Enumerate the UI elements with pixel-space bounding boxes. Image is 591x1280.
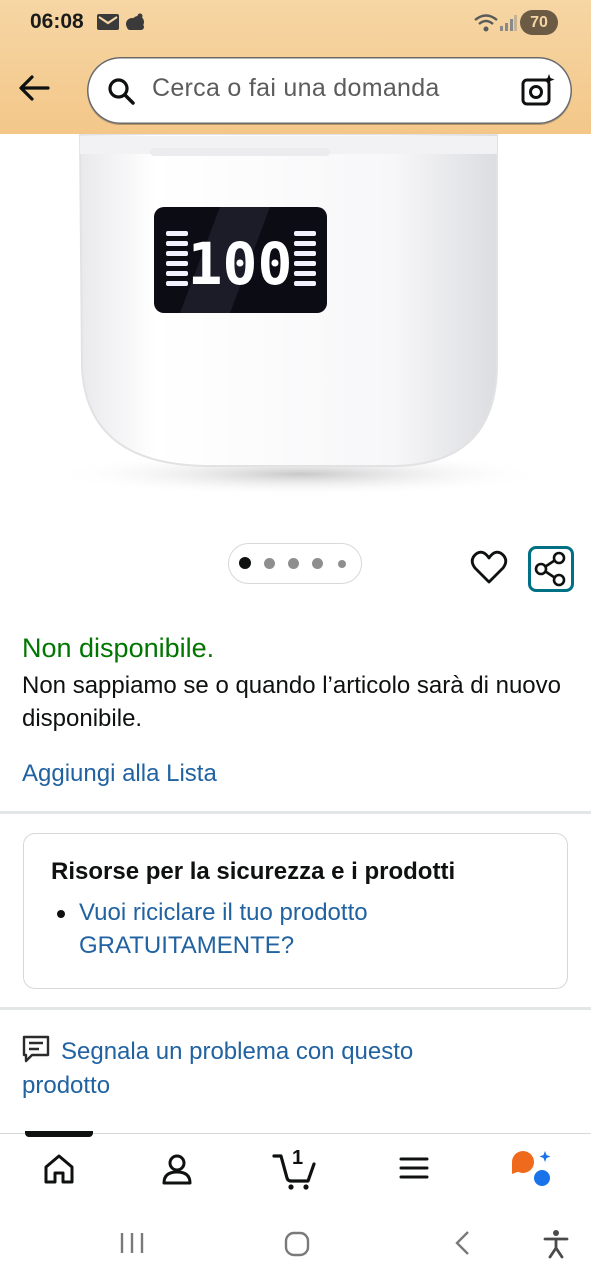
- share-button[interactable]: [528, 546, 574, 592]
- status-time: 06:08: [30, 10, 84, 33]
- arrow-left-icon[interactable]: [14, 68, 56, 110]
- home-button-icon[interactable]: [282, 1229, 312, 1259]
- availability-status: Non disponibile.: [22, 633, 215, 663]
- safety-card-title: Risorse per la sicurezza e i prodotti: [51, 858, 456, 885]
- share-icon: [534, 551, 566, 587]
- section-divider: [0, 1007, 591, 1010]
- mail-icon: [97, 14, 119, 30]
- camera-icon[interactable]: [520, 72, 556, 108]
- status-bar: 06:08 70: [0, 0, 591, 44]
- account-icon[interactable]: [160, 1152, 194, 1186]
- safety-resources-card: Risorse per la sicurezza e i prodotti Vu…: [23, 833, 568, 989]
- carousel-dot-2[interactable]: [264, 558, 275, 569]
- cart-count-badge: 1: [292, 1147, 304, 1169]
- search-bar[interactable]: Cerca o fai una domanda: [87, 57, 572, 124]
- bullet-icon: [57, 910, 65, 918]
- product-image[interactable]: 100: [0, 134, 591, 529]
- active-tab-indicator: [25, 1131, 93, 1137]
- wifi-icon: [474, 14, 498, 32]
- system-navigation-bar: [0, 1205, 591, 1280]
- accessibility-icon[interactable]: [542, 1229, 570, 1259]
- recent-apps-icon[interactable]: [118, 1229, 146, 1257]
- carousel-dot-3[interactable]: [288, 558, 299, 569]
- search-icon: [108, 78, 135, 105]
- signal-icon: [500, 15, 517, 31]
- add-to-list-link[interactable]: Aggiungi alla Lista: [22, 760, 217, 788]
- home-icon[interactable]: [42, 1152, 76, 1186]
- carousel-indicator[interactable]: [228, 543, 362, 584]
- carousel-dot-5[interactable]: [338, 560, 346, 568]
- battery-display-text: 100: [188, 230, 293, 298]
- search-input[interactable]: Cerca o fai una domanda: [152, 74, 440, 103]
- menu-icon[interactable]: [398, 1152, 430, 1184]
- recycle-product-link[interactable]: Vuoi riciclare il tuo prodotto GRATUITAM…: [79, 896, 499, 962]
- report-problem-link[interactable]: Segnala un problema con questo prodotto: [22, 1035, 492, 1103]
- cloud-icon: [126, 13, 144, 30]
- carousel-dot-1[interactable]: [239, 557, 251, 569]
- rufus-icon[interactable]: [510, 1148, 556, 1188]
- back-button-icon[interactable]: [450, 1229, 476, 1257]
- availability-note: Non sappiamo se o quando l’articolo sarà…: [22, 672, 562, 732]
- section-divider: [0, 811, 591, 814]
- battery-indicator: 70: [520, 10, 558, 35]
- heart-icon[interactable]: [470, 550, 508, 586]
- carousel-dot-4[interactable]: [312, 558, 323, 569]
